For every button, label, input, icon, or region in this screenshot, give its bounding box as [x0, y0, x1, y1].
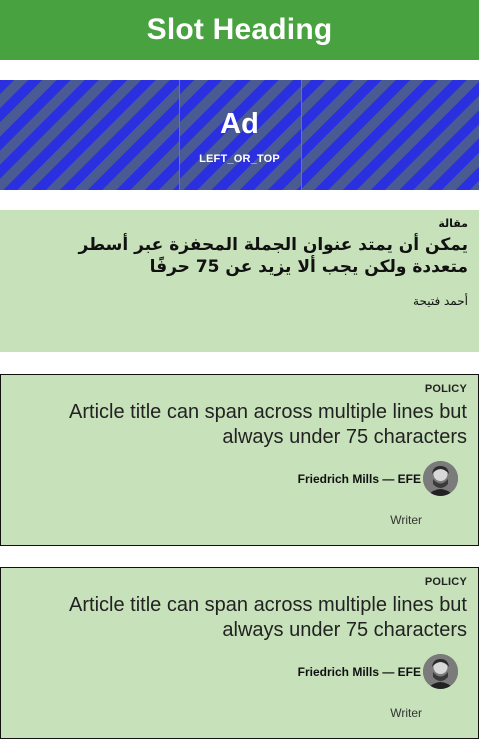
ad-position: LEFT_OR_TOP	[199, 153, 280, 165]
author-avatar-icon[interactable]	[423, 654, 458, 689]
article-card[interactable]: POLICY Article title can span across mul…	[0, 374, 479, 546]
article-card-arabic[interactable]: مقالة يمكن أن يمتد عنوان الجملة المحفزة …	[0, 210, 479, 352]
article-kicker: POLICY	[424, 576, 467, 588]
article-byline[interactable]: Friedrich Mills — EFE	[298, 472, 421, 486]
article-card[interactable]: POLICY Article title can span across mul…	[0, 567, 479, 739]
ad-label: Ad	[220, 108, 259, 140]
article-title[interactable]: Article title can span across multiple l…	[37, 593, 467, 643]
author-role: Writer	[390, 513, 422, 527]
article-title[interactable]: يمكن أن يمتد عنوان الجملة المحفزة عبر أس…	[28, 234, 468, 278]
ad-text: Ad LEFT_OR_TOP	[0, 80, 479, 190]
article-kicker: مقالة	[438, 217, 468, 230]
slot-heading: Slot Heading	[0, 0, 479, 60]
ad-slot[interactable]: Ad LEFT_OR_TOP	[0, 80, 479, 190]
article-byline[interactable]: Friedrich Mills — EFE	[298, 665, 421, 679]
author-role: Writer	[390, 706, 422, 720]
article-author[interactable]: أحمد فتيحة	[413, 294, 468, 308]
article-kicker: POLICY	[424, 383, 467, 395]
article-title[interactable]: Article title can span across multiple l…	[37, 400, 467, 450]
author-avatar-icon[interactable]	[423, 461, 458, 496]
